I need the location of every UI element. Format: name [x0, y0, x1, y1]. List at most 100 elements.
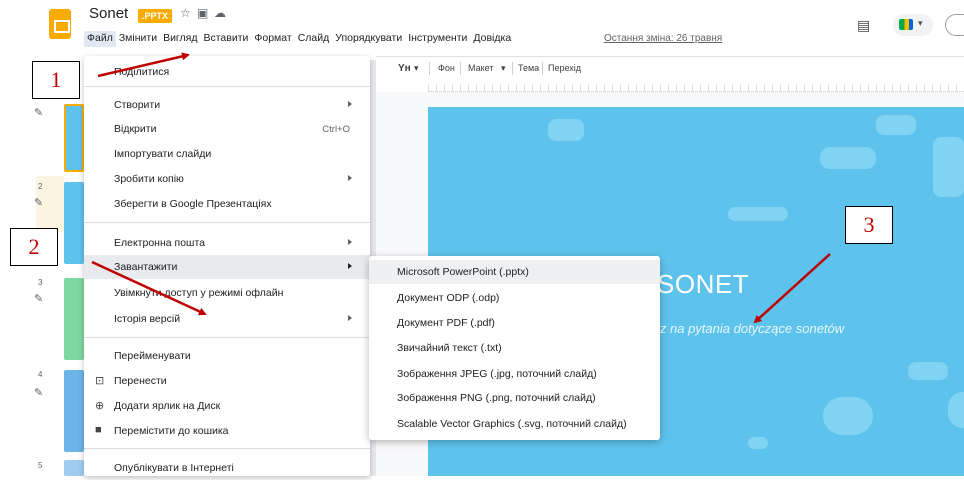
app-header: Sonet .PPTX ☆ ▣ ☁ Файл Змінити Вигляд Вс…: [0, 0, 964, 56]
toolbar: Yн ▾ Фон Макет ▾ Тема Перехід: [376, 56, 964, 80]
slide-decoration: [948, 392, 964, 428]
chevron-right-icon: [348, 175, 352, 181]
slide-number: 5: [38, 461, 43, 470]
menu-item-email[interactable]: Електронна пошта: [84, 231, 370, 255]
annotation-box-2: 2: [10, 228, 58, 266]
menu-item-trash[interactable]: ■ Перемістити до кошика: [84, 419, 370, 443]
file-menu: Поділитися Створити Відкрити Ctrl+O Імпор…: [84, 56, 370, 476]
download-png[interactable]: Зображення PNG (.png, поточний слайд): [369, 386, 660, 410]
download-pptx[interactable]: Microsoft PowerPoint (.pptx): [369, 260, 660, 284]
star-icon[interactable]: ☆: [180, 6, 191, 20]
chevron-right-icon: [348, 239, 352, 245]
menu-bar: Файл Змінити Вигляд Вставити Формат Слай…: [84, 31, 514, 47]
menu-item-version-history[interactable]: Історія версій: [84, 307, 370, 331]
slide-decoration: [548, 119, 584, 141]
menu-divider: [84, 337, 370, 338]
slide-decoration: [728, 207, 788, 221]
menu-item-move[interactable]: ⊡ Перенести: [84, 369, 370, 393]
download-svg[interactable]: Scalable Vector Graphics (.svg, поточний…: [369, 412, 660, 436]
trash-icon: ■: [95, 424, 102, 436]
folder-move-icon: ⊡: [95, 375, 105, 387]
toolbar-divider: [460, 62, 461, 75]
slide-decoration: [876, 115, 916, 135]
chevron-down-icon[interactable]: ▾: [414, 63, 419, 74]
toolbar-divider: [429, 62, 430, 75]
meet-camera-icon: [899, 19, 913, 30]
file-type-badge: .PPTX: [138, 9, 173, 23]
comments-icon[interactable]: ▤: [857, 17, 870, 34]
menu-insert[interactable]: Вставити: [200, 31, 251, 47]
menu-item-share[interactable]: Поділитися: [84, 60, 370, 84]
slide-decoration: [908, 362, 948, 380]
horizontal-ruler: [428, 84, 964, 92]
speaker-notes-icon: ✎: [34, 387, 44, 399]
slide-number: 4: [38, 370, 43, 379]
menu-item-new[interactable]: Створити: [84, 93, 370, 117]
slide-thumbnail-2[interactable]: [64, 182, 84, 264]
menu-item-save-as-slides[interactable]: Зберегти в Google Презентаціях: [84, 192, 370, 216]
slideshow-button[interactable]: [945, 14, 964, 36]
chevron-down-icon[interactable]: ▾: [501, 63, 506, 74]
menu-item-make-copy[interactable]: Зробити копію: [84, 167, 370, 191]
slides-logo-icon[interactable]: [49, 9, 71, 39]
annotation-box-3: 3: [845, 206, 893, 244]
chevron-right-icon: [348, 315, 352, 321]
layout-button[interactable]: Макет: [468, 63, 493, 73]
menu-tools[interactable]: Інструменти: [405, 31, 470, 47]
speaker-notes-icon: ✎: [34, 107, 44, 119]
speaker-notes-icon: ✎: [34, 197, 44, 209]
menu-slide[interactable]: Слайд: [295, 31, 333, 47]
background-button[interactable]: Фон: [438, 63, 455, 73]
slide-thumbnail-4[interactable]: [64, 370, 84, 452]
slide-thumbnail-3[interactable]: [64, 278, 84, 360]
slide-thumbnail-5[interactable]: [64, 460, 84, 476]
slide-thumbnail-1[interactable]: [64, 104, 84, 172]
slide-title[interactable]: SONET: [657, 269, 749, 300]
chevron-right-icon: [348, 101, 352, 107]
menu-item-add-shortcut[interactable]: ⊕ Додати ярлик на Диск: [84, 394, 370, 418]
slide-decoration: [823, 397, 873, 435]
document-title[interactable]: Sonet: [89, 5, 128, 22]
slide-number: 3: [38, 278, 43, 287]
chevron-right-icon: [348, 263, 352, 269]
slide-subtitle[interactable]: lz na pytania dotyczące sonetów: [657, 321, 844, 336]
menu-format[interactable]: Формат: [251, 31, 294, 47]
slide-decoration: [933, 137, 964, 197]
menu-item-import-slides[interactable]: Імпортувати слайди: [84, 142, 370, 166]
drive-shortcut-icon: ⊕: [95, 400, 105, 412]
menu-edit[interactable]: Змінити: [116, 31, 160, 47]
menu-item-offline[interactable]: Увімкнути доступ у режимі офлайн: [84, 281, 370, 305]
slide-number: 2: [38, 182, 43, 191]
menu-help[interactable]: Довідка: [470, 31, 514, 47]
download-odp[interactable]: Документ ODP (.odp): [369, 286, 660, 310]
chevron-down-icon: ▾: [918, 18, 923, 28]
menu-arrange[interactable]: Упорядкувати: [332, 31, 405, 47]
slide-decoration: [748, 437, 768, 449]
menu-item-rename[interactable]: Перейменувати: [84, 344, 370, 368]
last-edit-link[interactable]: Остання зміна: 26 травня: [604, 33, 722, 44]
annotation-box-1: 1: [32, 61, 80, 99]
menu-divider: [84, 448, 370, 449]
menu-view[interactable]: Вигляд: [160, 31, 200, 47]
shortcut-hint: Ctrl+O: [322, 124, 350, 135]
menu-file[interactable]: Файл: [84, 31, 116, 47]
download-txt[interactable]: Звичайний текст (.txt): [369, 336, 660, 360]
slide-thumbnails-panel: ✎ 2 ✎ 3 ✎ 4 ✎ 5: [0, 56, 84, 476]
menu-item-publish[interactable]: Опублікувати в Інтернеті: [84, 456, 370, 480]
menu-divider: [84, 222, 370, 223]
text-style-button[interactable]: Yн: [398, 63, 411, 74]
meet-button[interactable]: ▾: [893, 14, 933, 36]
menu-item-open[interactable]: Відкрити Ctrl+O: [84, 117, 370, 141]
theme-button[interactable]: Тема: [518, 63, 539, 73]
cloud-status-icon[interactable]: ☁: [214, 6, 226, 20]
toolbar-divider: [512, 62, 513, 75]
speaker-notes-icon: ✎: [34, 293, 44, 305]
download-submenu: Microsoft PowerPoint (.pptx) Документ OD…: [369, 256, 660, 440]
transition-button[interactable]: Перехід: [548, 63, 581, 73]
toolbar-divider: [542, 62, 543, 75]
move-folder-icon[interactable]: ▣: [197, 6, 208, 20]
menu-item-download[interactable]: Завантажити: [84, 255, 370, 279]
download-pdf[interactable]: Документ PDF (.pdf): [369, 311, 660, 335]
download-jpg[interactable]: Зображення JPEG (.jpg, поточний слайд): [369, 362, 660, 386]
menu-divider: [84, 86, 370, 87]
